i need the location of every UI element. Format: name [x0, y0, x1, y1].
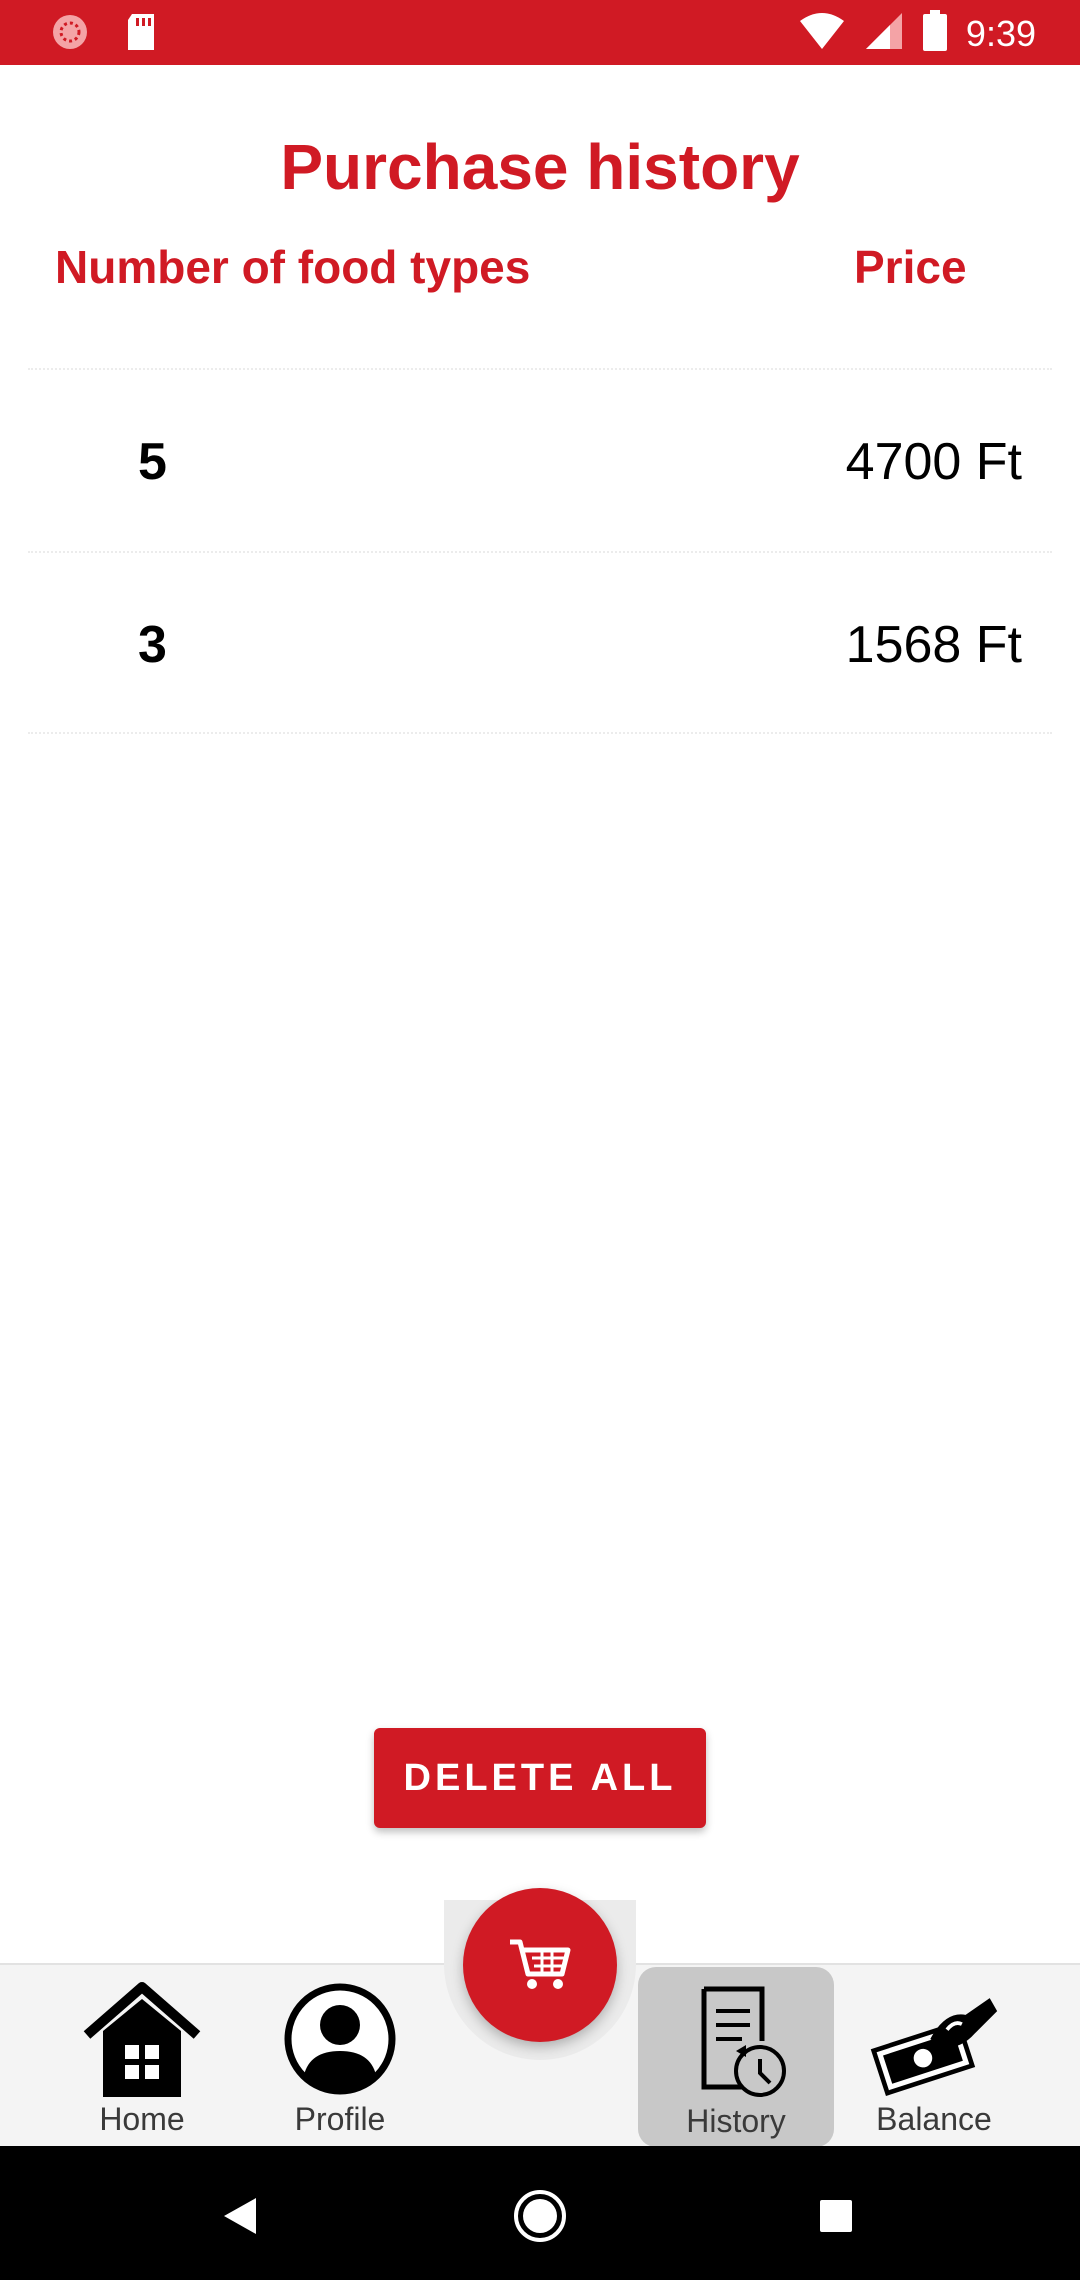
- signal-icon: [864, 11, 904, 56]
- nav-label-profile: Profile: [294, 2101, 386, 2137]
- status-bar: 9:39: [0, 0, 1080, 65]
- cart-button[interactable]: [463, 1888, 617, 2042]
- purchase-count: 3: [138, 616, 167, 674]
- shopping-cart-icon: [508, 1936, 572, 1995]
- nav-item-balance[interactable]: Balance: [836, 1965, 1032, 2148]
- recent-apps-button[interactable]: [796, 2176, 876, 2256]
- column-header-count: Number of food types: [55, 241, 531, 293]
- nav-label-home: Home: [99, 2101, 185, 2137]
- column-header-price: Price: [854, 241, 967, 293]
- purchase-price: 4700 Ft: [845, 433, 1022, 491]
- nav-item-profile[interactable]: Profile: [242, 1965, 438, 2148]
- profile-icon: [275, 1979, 405, 2099]
- notification-icon: [50, 12, 90, 57]
- wifi-icon: [798, 11, 846, 56]
- screen: 9:39 Purchase history Number of food typ…: [0, 0, 1080, 2280]
- battery-icon: [922, 10, 948, 57]
- system-nav-bar: [0, 2146, 1080, 2280]
- purchase-price: 1568 Ft: [845, 616, 1022, 674]
- purchase-count: 5: [138, 433, 167, 491]
- delete-all-button[interactable]: DELETE ALL: [374, 1728, 706, 1828]
- purchase-row[interactable]: 5 4700 Ft: [28, 368, 1052, 551]
- nav-item-home[interactable]: Home: [44, 1965, 240, 2148]
- history-icon: [671, 1981, 801, 2101]
- purchase-list: 5 4700 Ft 3 1568 Ft: [28, 368, 1052, 734]
- status-right: 9:39: [798, 10, 1036, 57]
- page-title: Purchase history: [280, 131, 800, 203]
- status-left: [50, 12, 158, 57]
- nav-label-history: History: [686, 2103, 786, 2139]
- home-button[interactable]: [500, 2176, 580, 2256]
- nav-item-history[interactable]: History: [638, 1967, 834, 2147]
- sd-card-icon: [124, 12, 158, 57]
- status-time: 9:39: [965, 12, 1036, 54]
- balance-icon: [869, 1979, 999, 2099]
- home-icon: [77, 1979, 207, 2099]
- purchase-row[interactable]: 3 1568 Ft: [28, 551, 1052, 734]
- back-button[interactable]: [200, 2176, 280, 2256]
- nav-label-balance: Balance: [876, 2101, 992, 2137]
